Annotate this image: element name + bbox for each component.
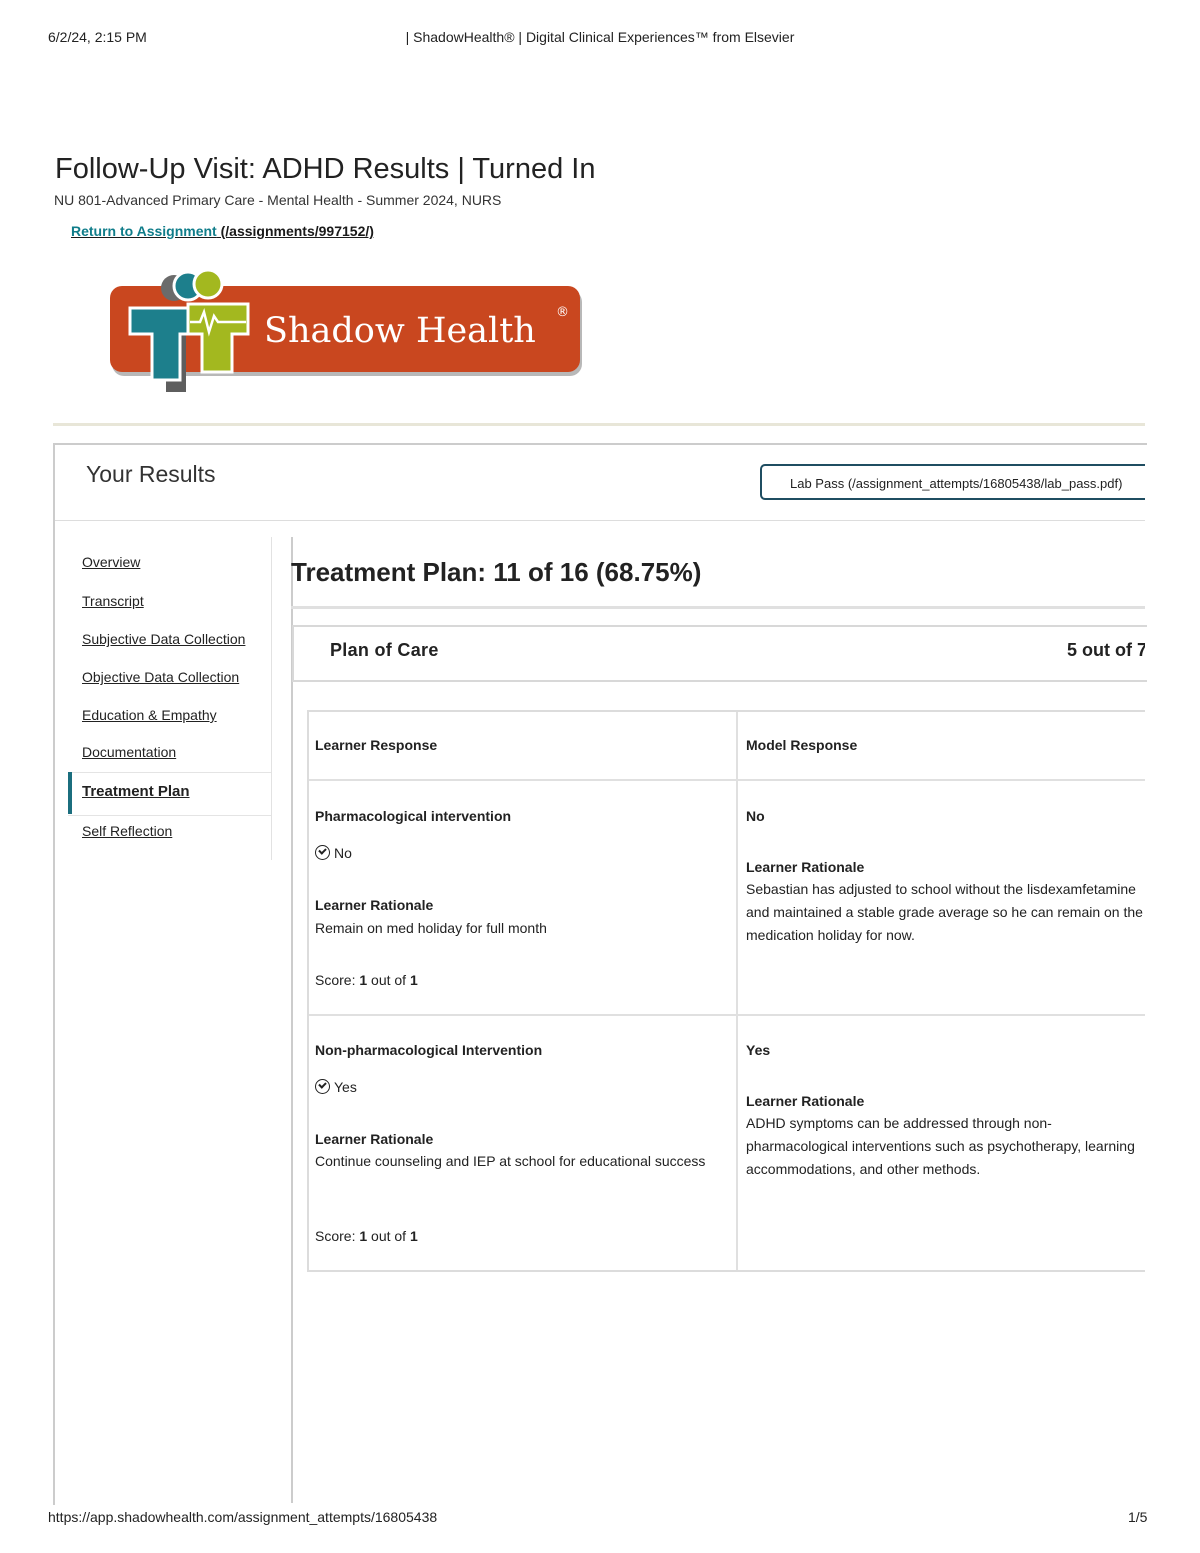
row2-learner-answer: Yes <box>315 1079 357 1095</box>
return-link-text: Return to Assignment <box>71 223 217 239</box>
section-divider <box>291 606 1145 609</box>
row1-learner-rationale: Remain on med holiday for full month <box>315 920 547 936</box>
footer-page-number: 1/5 <box>1128 1509 1148 1525</box>
row1-score: Score: 1 out of 1 <box>315 972 418 988</box>
print-title: | ShadowHealth® | Digital Clinical Exper… <box>405 29 795 45</box>
response-table <box>307 710 1145 1272</box>
row2-question: Non-pharmacological Intervention <box>315 1042 543 1058</box>
sidebar-divider <box>271 537 272 860</box>
row1-model-rationale-label: Learner Rationale <box>746 859 865 875</box>
row1-learner-rationale-label: Learner Rationale <box>315 897 434 913</box>
row2-learner-rationale-label: Learner Rationale <box>315 1131 434 1147</box>
sidebar-item-education-empathy[interactable]: Education & Empathy <box>82 707 217 723</box>
table-header-divider <box>309 779 1145 781</box>
row1-learner-answer: No <box>315 845 352 861</box>
nav-active-indicator <box>68 772 72 814</box>
footer-url: https://app.shadowhealth.com/assignment_… <box>48 1509 438 1525</box>
course-name: NU 801-Advanced Primary Care - Mental He… <box>54 192 502 208</box>
plan-of-care-title: Plan of Care <box>330 640 439 660</box>
logo-mark: ® <box>556 305 569 320</box>
table-column-divider <box>736 712 738 1270</box>
header-divider <box>53 423 1145 426</box>
sidebar-item-objective-data-collection[interactable]: Objective Data Collection <box>82 669 239 685</box>
row2-model-rationale-label: Learner Rationale <box>746 1093 865 1109</box>
row2-score: Score: 1 out of 1 <box>315 1228 418 1244</box>
return-link-url: (/assignments/997152/) <box>216 223 374 239</box>
check-circle-icon <box>315 845 330 860</box>
row1-question: Pharmacological intervention <box>315 808 512 824</box>
table-row-divider <box>309 1014 1145 1016</box>
row1-model-rationale: Sebastian has adjusted to school without… <box>746 881 1143 943</box>
sidebar-item-self-reflection[interactable]: Self Reflection <box>82 823 172 839</box>
logo-text: Shadow Health <box>264 311 536 351</box>
sidebar-item-overview[interactable]: Overview <box>82 554 140 570</box>
return-to-assignment-link[interactable]: Return to Assignment (/assignments/99715… <box>71 223 374 239</box>
page-title: Follow-Up Visit: ADHD Results | Turned I… <box>55 153 596 185</box>
model-response-header: Model Response <box>746 737 858 753</box>
row2-model-rationale: ADHD symptoms can be addressed through n… <box>746 1115 1135 1177</box>
sidebar-item-documentation[interactable]: Documentation <box>82 744 176 760</box>
lab-pass-button[interactable]: Lab Pass (/assignment_attempts/16805438/… <box>760 464 1145 500</box>
row1-model-answer: No <box>746 808 765 824</box>
row2-learner-rationale: Continue counseling and IEP at school fo… <box>315 1153 706 1169</box>
results-header-divider <box>55 520 1145 521</box>
sidebar-item-subjective-data-collection[interactable]: Subjective Data Collection <box>82 631 245 647</box>
sidebar-item-transcript[interactable]: Transcript <box>82 593 144 609</box>
check-circle-icon <box>315 1079 330 1094</box>
sidebar-item-treatment-plan[interactable]: Treatment Plan <box>82 783 190 800</box>
section-title: Treatment Plan: 11 of 16 (68.75%) <box>291 557 702 587</box>
your-results-heading: Your Results <box>86 461 216 487</box>
row2-model-answer: Yes <box>746 1042 771 1058</box>
shadow-health-logo: Shadow Health ® <box>108 268 586 396</box>
plan-of-care-score: 5 out of 7 <box>1067 640 1145 660</box>
learner-response-header: Learner Response <box>315 737 438 753</box>
